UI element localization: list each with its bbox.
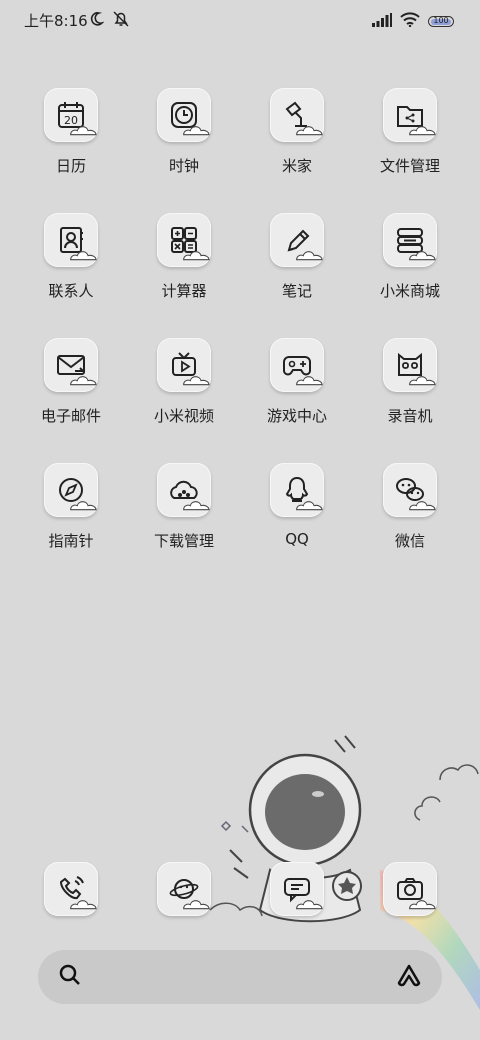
app-contacts[interactable]: 联系人: [16, 213, 126, 301]
search-icon[interactable]: [58, 963, 82, 991]
app-mijia[interactable]: 米家: [242, 88, 352, 176]
app-label: 录音机: [387, 407, 433, 425]
app-label: 电子邮件: [40, 407, 101, 425]
status-bar: 上午8:16 100: [0, 0, 480, 40]
status-time: 上午8:16: [24, 12, 88, 30]
app-file-manager[interactable]: 文件管理: [355, 88, 465, 176]
search-bar[interactable]: [38, 950, 442, 1004]
app-label: 游戏中心: [266, 407, 327, 425]
battery-icon: 100: [428, 16, 454, 27]
app-label: 时钟: [168, 157, 199, 175]
app-label: 下载管理: [153, 532, 214, 550]
app-downloads[interactable]: 下载管理: [129, 463, 239, 551]
mute-bell-icon: [112, 11, 130, 31]
app-label: 计算器: [161, 282, 207, 300]
app-label: 指南针: [48, 532, 94, 550]
signal-icon: [372, 12, 392, 31]
app-label: 文件管理: [379, 157, 440, 175]
moon-icon: [88, 11, 105, 31]
app-email[interactable]: 电子邮件: [16, 338, 126, 426]
app-calculator[interactable]: 计算器: [129, 213, 239, 301]
battery-level: 100: [433, 16, 449, 25]
app-qq[interactable]: QQ: [242, 463, 352, 548]
app-calendar[interactable]: 20 日历: [16, 88, 126, 176]
dock-messages[interactable]: [242, 862, 352, 916]
dock-browser[interactable]: [129, 862, 239, 916]
app-game-center[interactable]: 游戏中心: [242, 338, 352, 426]
app-compass[interactable]: 指南针: [16, 463, 126, 551]
dock: [0, 862, 480, 922]
app-wechat[interactable]: 微信: [355, 463, 465, 551]
app-label: 微信: [394, 532, 425, 550]
app-label: 米家: [281, 157, 312, 175]
app-label: 小米视频: [153, 407, 214, 425]
app-mi-video[interactable]: 小米视频: [129, 338, 239, 426]
app-notes[interactable]: 笔记: [242, 213, 352, 301]
app-label: QQ: [285, 530, 309, 548]
app-label: 笔记: [281, 282, 312, 300]
dock-camera[interactable]: [355, 862, 465, 916]
dock-phone[interactable]: [16, 862, 126, 916]
app-label: 联系人: [48, 282, 94, 300]
assistant-icon[interactable]: [396, 963, 422, 991]
wifi-icon: [400, 12, 420, 31]
app-clock[interactable]: 时钟: [129, 88, 239, 176]
app-recorder[interactable]: 录音机: [355, 338, 465, 426]
app-label: 小米商城: [379, 282, 440, 300]
app-mi-store[interactable]: 小米商城: [355, 213, 465, 301]
app-label: 日历: [55, 157, 86, 175]
